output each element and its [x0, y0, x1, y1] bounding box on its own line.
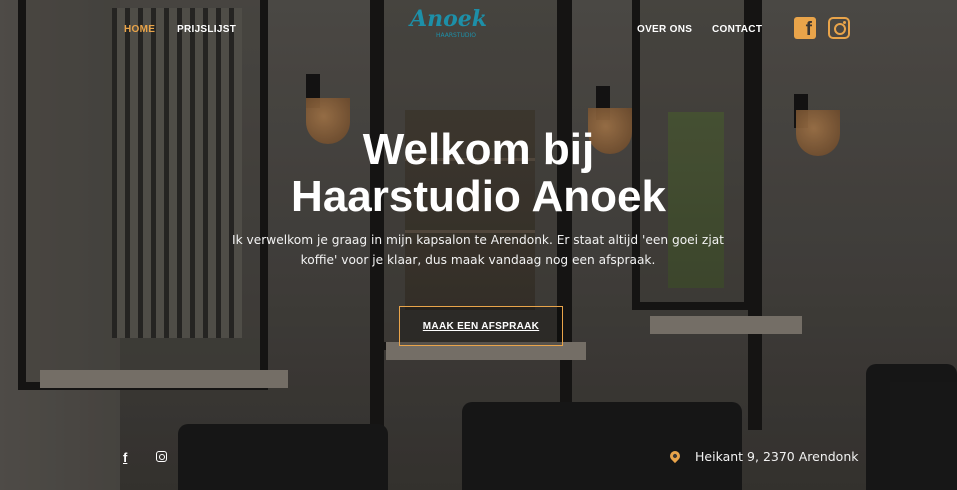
- hero-title-line1: Welkom bij: [362, 125, 595, 174]
- hero-title: Welkom bij Haarstudio Anoek: [0, 126, 957, 220]
- address-text: Heikant 9, 2370 Arendonk: [695, 449, 859, 464]
- nav-prijslijst[interactable]: PRIJSLIJST: [177, 24, 236, 35]
- site-logo[interactable]: Anoek HAARSTUDIO: [392, 4, 487, 46]
- facebook-glyph: f: [805, 19, 812, 40]
- hero-intro-text: Ik verwelkom je graag in mijn kapsalon t…: [228, 230, 728, 270]
- nav-home[interactable]: HOME: [124, 24, 155, 35]
- hero-title-line2: Haarstudio Anoek: [291, 172, 666, 221]
- nav-contact[interactable]: CONTACT: [712, 24, 762, 35]
- instagram-icon[interactable]: [828, 17, 850, 39]
- facebook-icon[interactable]: f: [123, 450, 127, 465]
- logo-subtitle: HAARSTUDIO: [436, 32, 477, 39]
- instagram-icon[interactable]: [156, 451, 167, 462]
- nav-over-ons[interactable]: OVER ONS: [637, 24, 692, 35]
- hero-text-line1: Ik verwelkom je graag in mijn kapsalon t…: [232, 233, 724, 247]
- facebook-icon[interactable]: f: [794, 17, 816, 40]
- make-appointment-button[interactable]: MAAK EEN AFSPRAAK: [399, 306, 563, 346]
- hero-text-line2: koffie' voor je klaar, dus maak vandaag …: [300, 253, 656, 267]
- logo-text: Anoek: [410, 6, 487, 32]
